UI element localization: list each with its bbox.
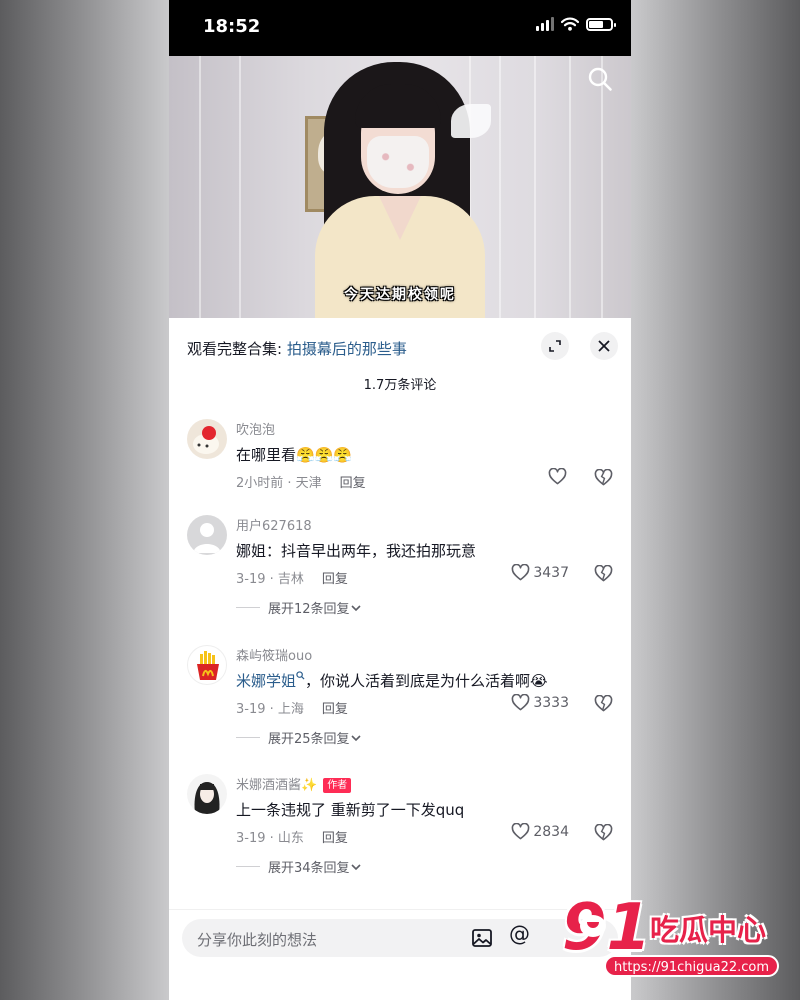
dislike-button[interactable] — [594, 564, 613, 586]
avatar[interactable] — [187, 419, 227, 459]
expand-replies-label: 展开25条回复 — [268, 732, 350, 747]
chevron-down-icon — [350, 604, 361, 611]
heart-icon — [512, 694, 530, 711]
reply-button[interactable]: 回复 — [322, 572, 348, 587]
hair-accessory — [451, 104, 491, 138]
dislike-button[interactable] — [594, 468, 613, 490]
comment-date-location: 3-19 · 上海 — [236, 702, 304, 717]
avatar[interactable] — [187, 774, 227, 814]
watermark-face-icon — [580, 915, 606, 937]
comment-username[interactable]: 用户627618 — [236, 515, 312, 534]
comment-input[interactable]: 分享你此刻的想法 @ — [182, 919, 618, 957]
video-player[interactable]: 今天达期校领呢 — [169, 56, 631, 318]
collection-banner[interactable]: 观看完整合集: 拍摄幕后的那些事 — [187, 338, 407, 359]
search-icon[interactable] — [587, 66, 613, 92]
reply-button[interactable]: 回复 — [340, 476, 366, 491]
collection-link[interactable]: 拍摄幕后的那些事 — [287, 340, 407, 358]
expand-panel-button[interactable] — [541, 332, 569, 360]
status-icons — [536, 17, 616, 31]
heart-icon — [512, 823, 530, 840]
comment-username[interactable]: 森屿筱瑞ouo — [236, 645, 312, 664]
comment-username: 米娜酒酒酱✨ 作者 — [236, 774, 352, 793]
reply-button[interactable]: 回复 — [322, 831, 348, 846]
comment-text: 米娜学姐 ，你说人活着到底是为什么活着啊😭 — [236, 670, 548, 691]
comment-date-location: 3-19 · 吉林 — [236, 572, 304, 587]
expand-replies-label: 展开34条回复 — [268, 861, 350, 876]
comment-text: 上一条违规了 重新剪了一下发quq — [236, 801, 465, 819]
comment-meta: 3-19 · 吉林 回复 — [236, 568, 348, 587]
watermark-number: 91 — [562, 891, 652, 965]
expand-replies-button[interactable]: 展开25条回复 — [236, 728, 362, 747]
reply-button[interactable]: 回复 — [322, 702, 348, 717]
collection-prefix: 观看完整合集: — [187, 340, 287, 358]
cellular-signal-icon — [536, 17, 554, 31]
expand-replies-button[interactable]: 展开12条回复 — [236, 598, 362, 617]
phone-screen: 18:52 今天达期校领呢 观看完整合集: 拍摄幕后的那些事 1.7万条评论 吹… — [169, 0, 631, 1000]
watermark-brand: 吃瓜中心 — [650, 913, 767, 947]
watermark-logo: 91 吃瓜中心 https://91chigua22.com — [558, 891, 788, 983]
status-bar: 18:52 — [169, 0, 631, 56]
comment-meta: 3-19 · 山东 回复 — [236, 827, 348, 846]
like-button[interactable]: 2834 — [511, 823, 569, 840]
chevron-down-icon — [350, 734, 361, 741]
status-time: 18:52 — [203, 16, 261, 37]
like-button[interactable]: 3437 — [511, 564, 569, 581]
watermark-url: https://91chigua22.com — [604, 955, 780, 977]
broken-heart-icon — [594, 694, 613, 712]
author-badge: 作者 — [323, 778, 352, 793]
avatar[interactable] — [187, 645, 227, 685]
like-button[interactable]: 3333 — [511, 694, 569, 711]
close-icon — [598, 340, 610, 352]
broken-heart-icon — [594, 823, 613, 841]
like-count: 2834 — [533, 823, 569, 840]
comment-input-placeholder: 分享你此刻的想法 — [197, 931, 318, 949]
comment-date-location: 3-19 · 山东 — [236, 831, 304, 846]
broken-heart-icon — [594, 468, 613, 486]
mention-link[interactable]: 米娜学姐 — [236, 672, 296, 690]
comment-body: ，你说人活着到底是为什么活着啊😭 — [305, 672, 548, 690]
close-panel-button[interactable] — [590, 332, 618, 360]
author-name[interactable]: 米娜酒酒酱✨ — [236, 778, 317, 793]
chevron-down-icon — [350, 863, 361, 870]
comment-meta: 2小时前 · 天津 回复 — [236, 472, 366, 491]
comment-meta: 3-19 · 上海 回复 — [236, 698, 348, 717]
battery-icon — [586, 17, 616, 31]
comment-text: 在哪里看😤😤😤 — [236, 446, 353, 464]
mention-button[interactable]: @ — [509, 922, 530, 946]
comment-username[interactable]: 吹泡泡 — [236, 419, 275, 438]
heart-icon — [512, 564, 530, 581]
broken-heart-icon — [594, 564, 613, 582]
comment-text: 娜姐：抖音早出两年，我还拍那玩意 — [236, 542, 477, 560]
wifi-icon — [561, 17, 579, 31]
like-count: 3437 — [533, 564, 569, 581]
face-mask — [367, 136, 429, 188]
heart-icon — [548, 468, 567, 485]
comment-date-location: 2小时前 · 天津 — [236, 476, 322, 491]
like-count: 3333 — [533, 694, 569, 711]
dislike-button[interactable] — [594, 823, 613, 845]
comment-count: 1.7万条评论 — [363, 378, 437, 393]
dislike-button[interactable] — [594, 694, 613, 716]
expand-replies-button[interactable]: 展开34条回复 — [236, 857, 362, 876]
search-icon — [296, 671, 305, 680]
avatar[interactable] — [187, 515, 227, 555]
video-subtitle: 今天达期校领呢 — [344, 287, 456, 303]
expand-icon — [549, 340, 561, 352]
like-button[interactable] — [548, 468, 567, 485]
image-icon[interactable] — [471, 927, 493, 949]
expand-replies-label: 展开12条回复 — [268, 602, 350, 617]
